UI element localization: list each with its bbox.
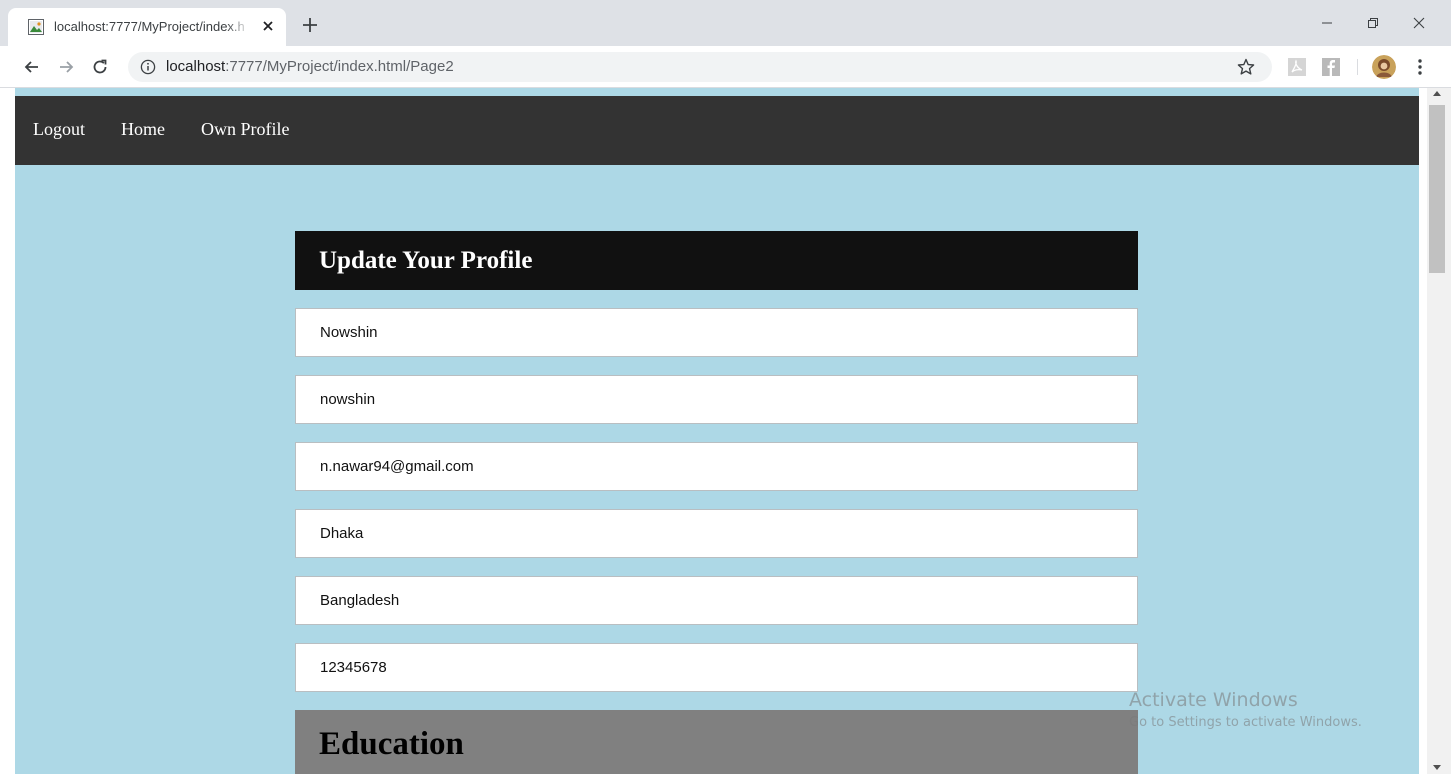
back-arrow-icon	[24, 61, 38, 73]
top-navbar: Logout Home Own Profile	[15, 96, 1419, 165]
tab-title: localhost:7777/MyProject/index.h	[54, 19, 245, 34]
reload-icon	[93, 59, 107, 74]
nav-own-profile-link[interactable]: Own Profile	[201, 119, 290, 140]
email-field[interactable]	[295, 442, 1138, 491]
back-button[interactable]	[20, 55, 44, 79]
name-field[interactable]	[295, 308, 1138, 357]
url-host: localhost	[166, 58, 226, 75]
window-close-button[interactable]	[1396, 10, 1442, 36]
avatar-icon	[1372, 55, 1396, 79]
star-icon[interactable]	[1236, 57, 1256, 77]
address-bar[interactable]: localhost:7777/MyProject/index.html/Page…	[128, 52, 1272, 82]
info-icon[interactable]	[140, 59, 156, 75]
forward-arrow-icon	[60, 61, 74, 73]
menu-dots-icon[interactable]	[1412, 56, 1428, 78]
page-viewport: Logout Home Own Profile Update Your Prof…	[0, 88, 1451, 774]
toolbar-divider	[1357, 59, 1358, 75]
forward-button[interactable]	[54, 55, 78, 79]
url-path: :7777/MyProject/index.html/Page2	[225, 58, 454, 75]
education-heading: Education	[295, 710, 1138, 774]
form-title: Update Your Profile	[295, 231, 1138, 290]
reload-button[interactable]	[88, 55, 112, 79]
phone-field[interactable]	[295, 643, 1138, 692]
pdf-extension-icon[interactable]	[1287, 57, 1307, 77]
window-close-icon	[1413, 17, 1425, 29]
close-icon[interactable]	[259, 17, 277, 35]
plus-icon[interactable]	[300, 15, 320, 35]
minimize-button[interactable]	[1304, 10, 1350, 36]
browser-toolbar: localhost:7777/MyProject/index.html/Page…	[0, 46, 1451, 88]
city-field[interactable]	[295, 509, 1138, 558]
browser-tab[interactable]: localhost:7777/MyProject/index.h	[8, 8, 286, 46]
avatar[interactable]	[1372, 55, 1396, 79]
scroll-thumb[interactable]	[1429, 105, 1445, 273]
country-field[interactable]	[295, 576, 1138, 625]
tab-strip: localhost:7777/MyProject/index.h	[0, 0, 1451, 46]
update-profile-form: Update Your Profile Education	[295, 231, 1138, 774]
restore-icon	[1368, 18, 1378, 28]
minimize-icon	[1322, 22, 1332, 24]
scroll-up-arrow-icon[interactable]	[1433, 91, 1441, 96]
scroll-down-arrow-icon[interactable]	[1433, 765, 1441, 770]
username-field[interactable]	[295, 375, 1138, 424]
nav-logout-link[interactable]: Logout	[33, 119, 85, 140]
restore-button[interactable]	[1350, 10, 1396, 36]
page-favicon-icon	[28, 19, 44, 35]
url-text: localhost:7777/MyProject/index.html/Page…	[166, 58, 454, 75]
page-body: Logout Home Own Profile Update Your Prof…	[15, 88, 1419, 774]
nav-home-link[interactable]: Home	[121, 119, 165, 140]
facebook-extension-icon[interactable]	[1321, 57, 1341, 77]
vertical-scrollbar[interactable]	[1427, 88, 1451, 774]
